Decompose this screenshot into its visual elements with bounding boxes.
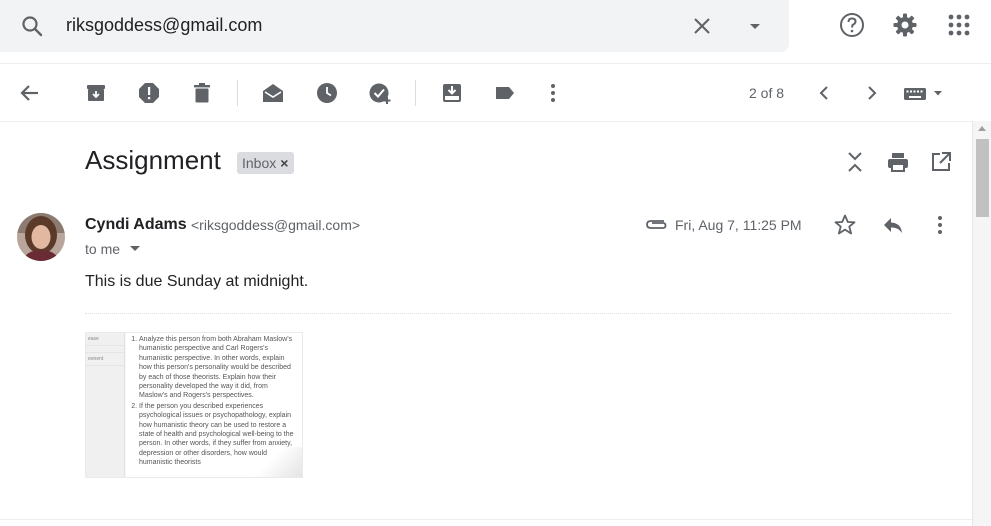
newer-icon[interactable] — [812, 81, 836, 105]
remove-label-icon[interactable]: × — [280, 155, 288, 171]
avatar[interactable] — [17, 213, 65, 261]
scrollbar[interactable] — [972, 121, 991, 526]
bottom-divider — [0, 519, 972, 520]
attachment-sidebar: ease eonent — [86, 333, 125, 477]
scrollbar-thumb[interactable] — [976, 139, 989, 217]
top-bar: riksgoddess@gmail.com — [0, 0, 991, 62]
star-icon[interactable] — [833, 213, 857, 237]
message-toolbar: 2 of 8 — [0, 63, 991, 122]
back-icon[interactable] — [18, 81, 42, 105]
label-chip-inbox[interactable]: Inbox × — [237, 152, 295, 174]
attachment-sidebar-item — [86, 346, 124, 353]
attachment-fold — [250, 447, 302, 477]
labels-icon[interactable] — [493, 81, 517, 105]
delete-icon[interactable] — [190, 81, 214, 105]
more-icon[interactable] — [541, 81, 565, 105]
search-icon[interactable] — [20, 14, 44, 38]
toolbar-divider — [415, 80, 416, 106]
message-body: This is due Sunday at midnight. — [85, 273, 309, 290]
attachment-divider — [85, 313, 951, 314]
keyboard-icon[interactable] — [902, 81, 946, 105]
help-icon[interactable] — [839, 12, 865, 38]
apps-icon[interactable] — [946, 12, 972, 38]
toolbar-divider — [237, 80, 238, 106]
snooze-icon[interactable] — [315, 81, 339, 105]
more-message-options-icon[interactable] — [928, 213, 952, 237]
add-task-icon[interactable] — [368, 81, 392, 105]
label-chip-text: Inbox — [242, 155, 277, 171]
sender-name[interactable]: Cyndi Adams — [85, 216, 187, 234]
attachment-list-item: Analyze this person from both Abraham Ma… — [139, 335, 296, 401]
clear-icon[interactable] — [690, 14, 714, 38]
report-spam-icon[interactable] — [137, 81, 161, 105]
older-icon[interactable] — [860, 81, 884, 105]
thread-subject: Assignment — [85, 145, 221, 175]
print-icon[interactable] — [886, 150, 910, 174]
recipient-label[interactable]: to me — [85, 241, 120, 257]
message-date: Fri, Aug 7, 11:25 PM — [675, 217, 802, 233]
search-input[interactable]: riksgoddess@gmail.com — [66, 15, 262, 36]
open-new-window-icon[interactable] — [929, 150, 953, 174]
attachment-sidebar-item: eonent — [86, 353, 124, 366]
mark-unread-icon[interactable] — [261, 81, 285, 105]
move-to-icon[interactable] — [440, 81, 464, 105]
attachment-sidebar-item: ease — [86, 333, 124, 346]
attachment-thumbnail[interactable]: ease eonent Analyze this person from bot… — [85, 332, 303, 478]
settings-icon[interactable] — [892, 12, 918, 38]
pager-count: 2 of 8 — [749, 85, 785, 101]
reply-icon[interactable] — [881, 213, 905, 237]
archive-icon[interactable] — [84, 81, 108, 105]
recipient-details-icon[interactable] — [130, 246, 140, 251]
search-bar[interactable]: riksgoddess@gmail.com — [0, 0, 789, 52]
expand-all-icon[interactable] — [843, 150, 867, 174]
attachment-icon — [644, 214, 668, 234]
search-options-icon[interactable] — [743, 14, 767, 38]
sender-email: <riksgoddess@gmail.com> — [191, 217, 361, 233]
scroll-up-icon[interactable] — [978, 126, 986, 131]
